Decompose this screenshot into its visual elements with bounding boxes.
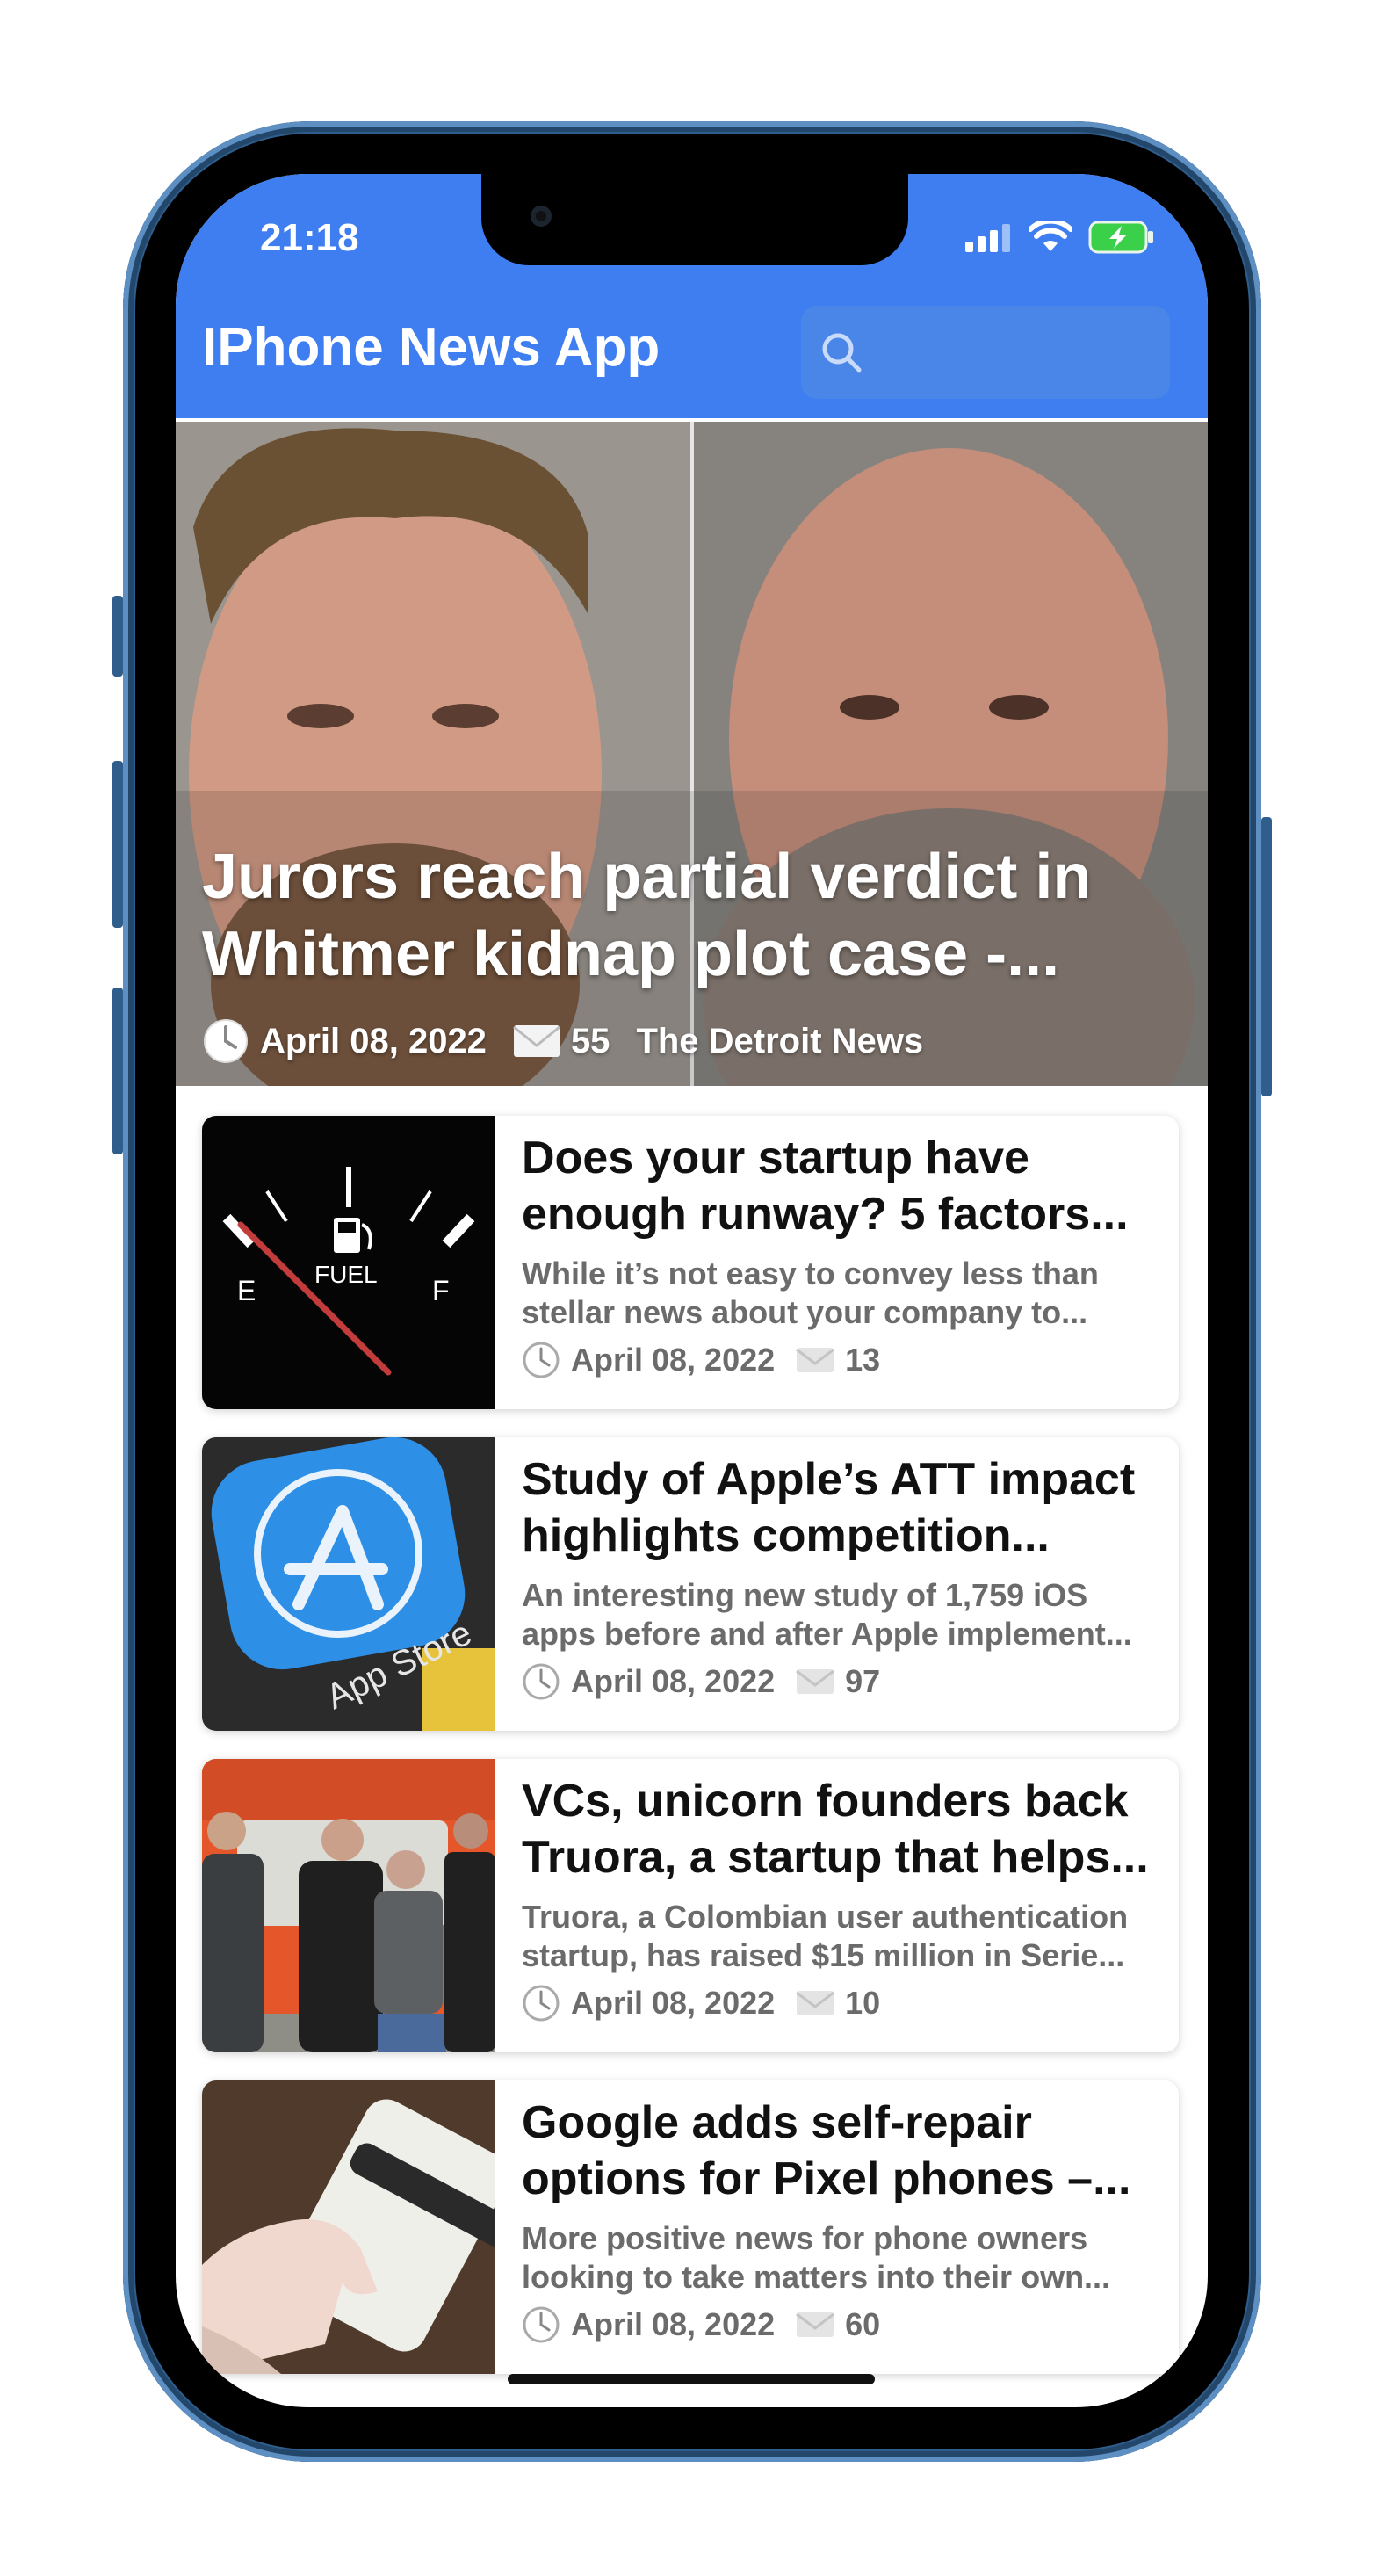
article-comment-count: 13 (845, 1342, 881, 1378)
phone-screen: 21:18 IPhone News App Jurors reach parti… (176, 174, 1208, 2407)
clock-icon (523, 1342, 560, 1378)
article-title: Does your startup have enough runway? 5 … (522, 1132, 1129, 1240)
status-icons (965, 220, 1155, 255)
article-description: While it’s not easy to convey less than … (522, 1255, 1099, 1330)
article-card[interactable]: Google adds self-repair options for Pixe… (202, 2080, 1179, 2374)
article-body: Google adds self-repair options for Pixe… (522, 2095, 1163, 2344)
article-card[interactable]: VCs, unicorn founders back Truora, a sta… (202, 1759, 1179, 2052)
article-body: Does your startup have enough runway? 5 … (522, 1130, 1163, 1379)
article-body: Study of Apple’s ATT impact highlights c… (522, 1451, 1163, 1701)
side-button-volume-up (112, 761, 123, 928)
article-meta: April 08, 2022 13 (522, 1341, 1163, 1379)
home-indicator[interactable] (508, 2374, 875, 2384)
hero-source: The Detroit News (636, 1021, 924, 1060)
side-button-power (1261, 817, 1272, 1096)
mail-icon (796, 2312, 835, 2337)
article-card[interactable]: E FUEL F Does your startup have enough r… (202, 1116, 1179, 1409)
clock-icon (523, 1985, 560, 2022)
hero-article[interactable]: Jurors reach partial verdict in Whitmer … (176, 422, 1208, 1086)
article-comment-count: 97 (845, 1663, 881, 1699)
article-body: VCs, unicorn founders back Truora, a sta… (522, 1773, 1163, 2022)
article-description: Truora, a Colombian user authentication … (522, 1899, 1129, 1973)
article-thumbnail (202, 1759, 495, 2052)
clock-icon (204, 1019, 248, 1063)
article-title: Google adds self-repair options for Pixe… (522, 2097, 1131, 2204)
article-thumbnail (202, 2080, 495, 2374)
article-meta: April 08, 2022 10 (522, 1984, 1163, 2022)
article-thumbnail: App Store (202, 1437, 495, 1731)
article-comment-count: 10 (845, 1985, 881, 2021)
gauge-label-empty: E (237, 1275, 256, 1306)
hero-meta: April 08, 2022 55 The Detroit News (202, 1017, 923, 1065)
article-date: April 08, 2022 (571, 1663, 776, 1699)
mail-icon (796, 1348, 835, 1372)
side-button-volume-down (112, 988, 123, 1154)
mail-icon (796, 1991, 835, 2015)
article-meta: April 08, 2022 60 (522, 2305, 1163, 2344)
notch (481, 174, 908, 265)
clock-icon (523, 1663, 560, 1700)
search-icon (822, 333, 862, 373)
front-camera (531, 206, 552, 227)
article-date: April 08, 2022 (571, 1342, 776, 1378)
article-description: More positive news for phone owners look… (522, 2220, 1111, 2295)
article-title: Study of Apple’s ATT impact highlights c… (522, 1454, 1136, 1561)
hero-comment-count: 55 (570, 1021, 610, 1060)
article-comment-count: 60 (845, 2306, 881, 2342)
search-input[interactable] (875, 333, 1159, 372)
mail-icon (512, 1025, 560, 1057)
app-title: IPhone News App (202, 317, 661, 378)
side-button-mute (112, 596, 123, 677)
mail-icon (796, 1669, 835, 1694)
clock-icon (523, 2306, 560, 2343)
article-description: An interesting new study of 1,759 iOS ap… (522, 1577, 1132, 1652)
hero-date: April 08, 2022 (260, 1021, 487, 1060)
hero-title: Jurors reach partial verdict in Whitmer … (202, 842, 1092, 989)
article-thumbnail: E FUEL F (202, 1116, 495, 1409)
status-time: 21:18 (260, 216, 359, 259)
gauge-label-full: F (432, 1275, 450, 1306)
gauge-label-fuel: FUEL (314, 1261, 378, 1288)
article-title: VCs, unicorn founders back Truora, a sta… (522, 1776, 1149, 1883)
article-date: April 08, 2022 (571, 1985, 776, 2021)
signal-icon (965, 224, 1010, 252)
search-box[interactable] (801, 306, 1170, 399)
wifi-icon (1029, 221, 1072, 251)
battery-charging-icon (1088, 221, 1153, 254)
article-list: E FUEL F Does your startup have enough r… (202, 1116, 1179, 2402)
article-card[interactable]: App Store Study of Apple’s ATT impact hi… (202, 1437, 1179, 1731)
article-date: April 08, 2022 (571, 2306, 776, 2342)
article-meta: April 08, 2022 97 (522, 1662, 1163, 1701)
